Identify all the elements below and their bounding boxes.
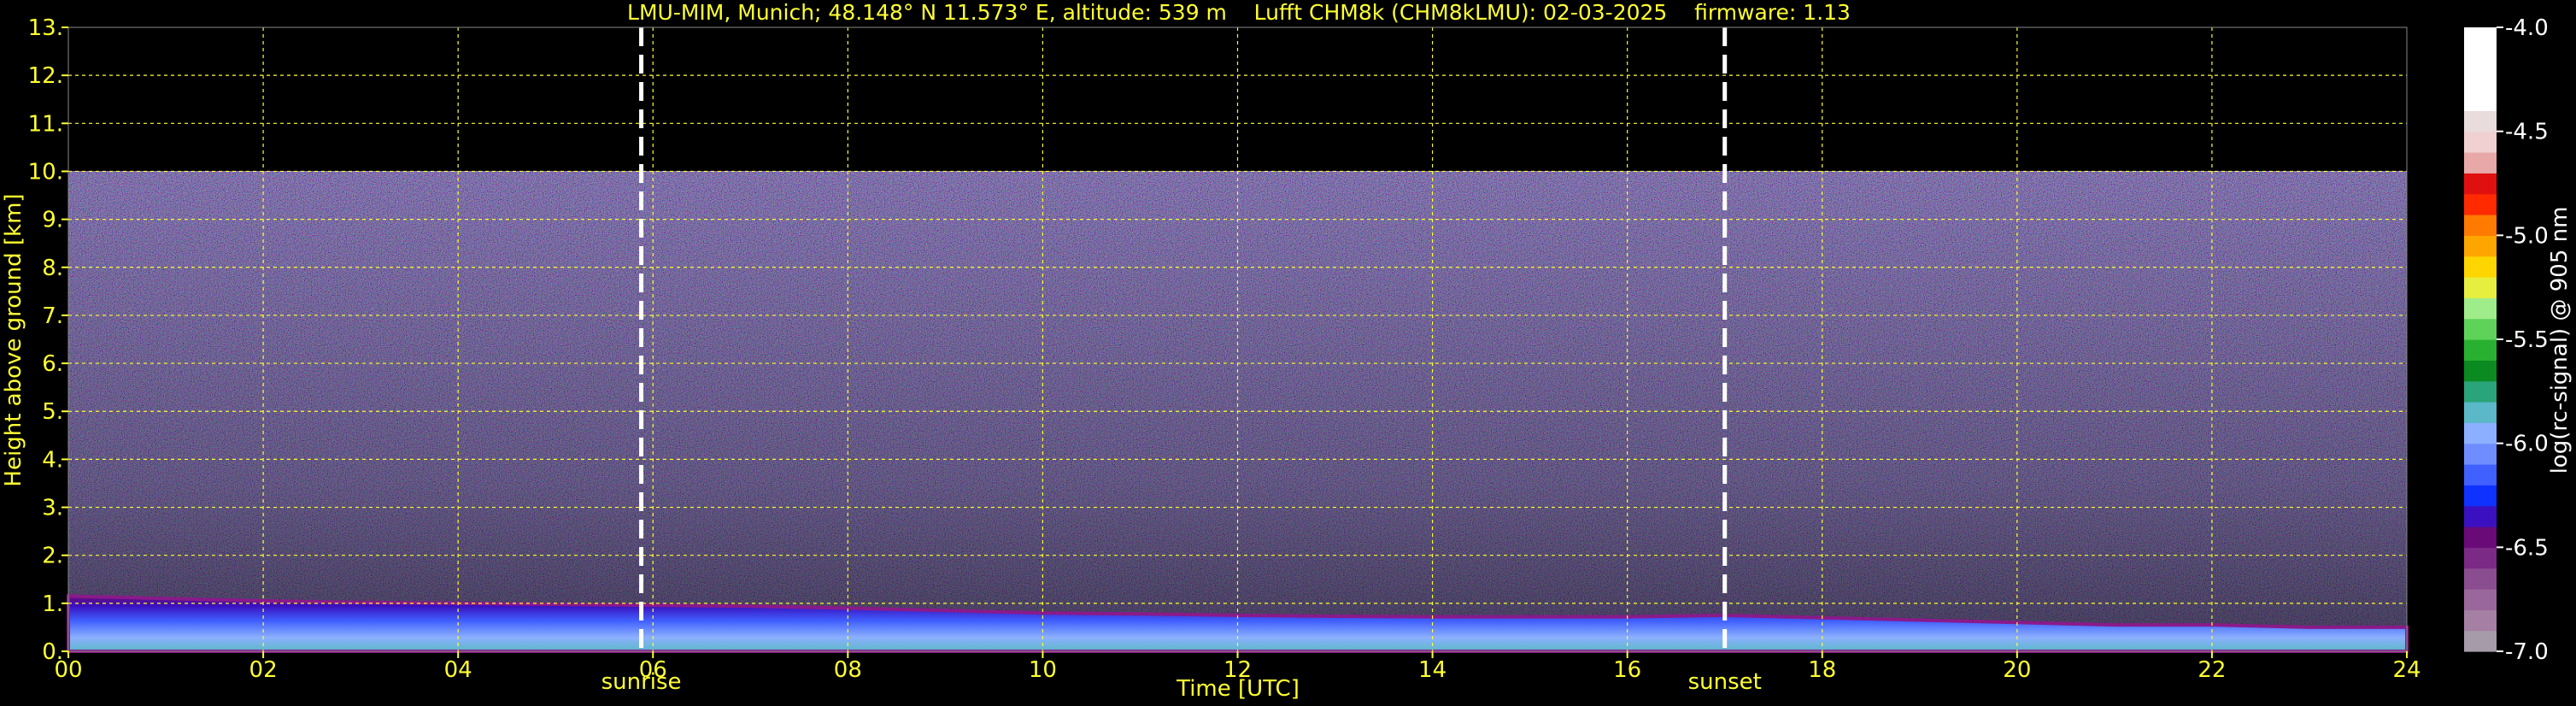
colorbar-segment [2464,505,2497,527]
colorbar-tick-label: -6.5 [2505,535,2549,561]
y-tick-label: 10. [28,159,63,185]
colorbar-segment [2464,318,2497,340]
colorbar-segment [2464,297,2497,320]
colorbar-segment [2464,256,2497,278]
x-tick-label: 02 [249,657,278,683]
colorbar-segment [2464,339,2497,361]
y-tick-label: 5. [42,399,63,425]
colorbar-segment [2464,90,2497,111]
y-tick-label: 1. [42,591,63,617]
colorbar-tick-label: -4.0 [2505,15,2549,41]
y-tick-label: 8. [42,256,63,281]
y-tick-label: 0. [42,639,63,665]
colorbar-tick-label: -5.5 [2505,327,2549,353]
y-tick-label: 9. [42,208,63,233]
colorbar-tick-label: -7.0 [2505,639,2549,665]
colorbar-segment [2464,173,2497,195]
y-tick-label: 12. [28,63,63,89]
ceilometer-chart: 00 02 04 06 08 10 12 14 16 18 20 22 24sunrise sunset … [1,0,2573,702]
x-tick-label: 20 [2003,657,2031,683]
y-tick-label: 2. [42,544,63,569]
colorbar-tick-label: -6.0 [2505,432,2549,457]
colorbar-segment [2464,131,2497,153]
colorbar-segment [2464,68,2497,91]
x-tick-label: 24 [2392,657,2421,683]
colorbar-segment [2464,527,2497,548]
x-tick-label: 08 [834,657,862,683]
colorbar-segment [2464,193,2497,215]
colorbar-tick-label: -5.0 [2505,223,2549,249]
plot-area [67,26,2409,653]
sunset-label: sunset [1688,669,1762,695]
colorbar-segment [2464,422,2497,444]
y-tick-label: 6. [42,351,63,377]
colorbar-segment [2464,27,2497,49]
colorbar-segment [2464,235,2497,257]
colorbar-segment [2464,277,2497,298]
colorbar-label: log(rc-signal) @ 905 nm [2547,207,2573,474]
colorbar-segment [2464,609,2497,632]
sunrise-label: sunrise [601,669,682,695]
colorbar-segment [2464,215,2497,236]
x-tick-label: 18 [1808,657,1836,683]
colorbar-tick-label: -4.5 [2505,120,2549,145]
colorbar-segment [2464,48,2497,70]
colorbar-segment [2464,630,2497,652]
x-tick-label: 16 [1613,657,1641,683]
colorbar-segment [2464,568,2497,590]
x-tick-label: 10 [1029,657,1057,683]
colorbar-segment [2464,443,2497,465]
chart-title: LMU-MIM, Munich; 48.148° N 11.573° E, al… [627,0,1851,25]
y-tick-label: 13. [28,15,63,41]
y-tick-label: 3. [42,496,63,521]
colorbar-segment [2464,589,2497,610]
y-axis-label: Height above ground [km] [1,193,26,486]
colorbar-segment [2464,464,2497,485]
colorbar: -4.0 -4.5 -5.0 -5.5 -6.0 -6.5 -7.0 [2464,15,2549,665]
x-tick-label: 14 [1418,657,1446,683]
y-tick-label: 11. [28,111,63,137]
colorbar-segment [2464,547,2497,569]
y-tick-label: 7. [42,303,63,329]
y-tick-label: 4. [42,447,63,473]
colorbar-segment [2464,360,2497,382]
x-tick-label: 04 [444,657,472,683]
colorbar-segment [2464,110,2497,132]
colorbar-segment [2464,380,2497,403]
y-axis-ticks: 0. 1. 2. 3. 4. 5. 6. 7. 8. 9. 10. 11. 12. 13. [28,15,68,665]
x-tick-label: 22 [2198,657,2226,683]
colorbar-segment [2464,402,2497,423]
colorbar-segment [2464,152,2497,174]
colorbar-segment [2464,485,2497,507]
x-axis-label: Time [UTC] [1176,676,1300,702]
